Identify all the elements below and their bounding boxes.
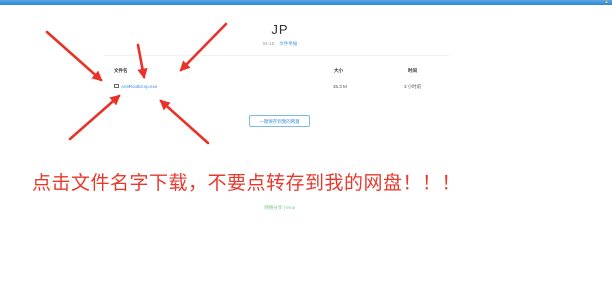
annotation-arrows [45, 22, 228, 145]
arrow-bottom-right [159, 99, 210, 145]
arrow-bottom-left [68, 94, 121, 141]
arrow-top-left [45, 30, 103, 82]
arrow-top-center [136, 43, 148, 80]
arrow-top-right [179, 22, 228, 72]
